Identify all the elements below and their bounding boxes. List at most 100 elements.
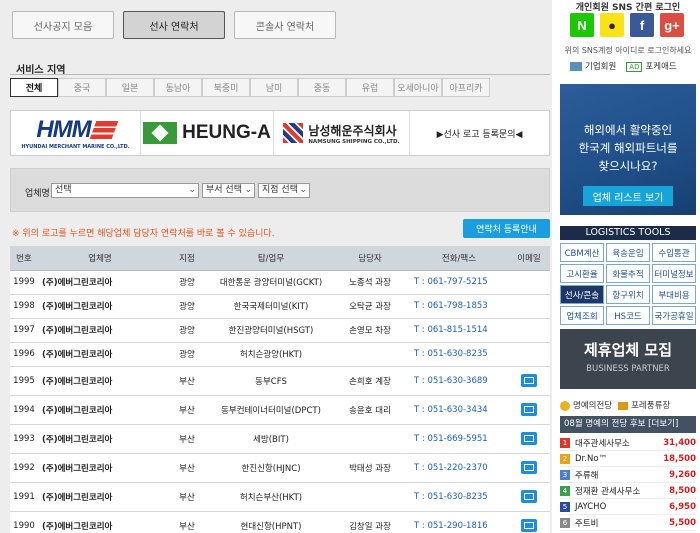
tool-land-freight[interactable]: 육송운임 [606, 243, 650, 262]
region-tab-china[interactable]: 중국 [58, 78, 106, 97]
ad-badge-icon: AD [626, 62, 643, 72]
partner-recruit-banner[interactable]: 제휴업체 모집 BUSINESS PARTNER [560, 329, 696, 389]
table-row[interactable]: 1996 (주)에버그린코리아 광양 허치슨광양(HKT) T : 051-630-82… [10, 342, 550, 367]
fame-rank-item[interactable]: 5 JAYCHO 6,950 [560, 500, 696, 515]
hall-of-fame-more-link[interactable]: 08월 명예의 전당 후보 [더보기] [560, 416, 696, 433]
region-tab-southeast-asia[interactable]: 동남아 [154, 78, 202, 97]
row-phone[interactable]: T : 051-630-8235 [410, 342, 508, 367]
row-phone[interactable]: T : 061-815-1514 [410, 318, 508, 343]
row-department: 허치슨부산(HKT) [212, 482, 330, 512]
tool-terminal-info[interactable]: 터미널정보 [652, 264, 696, 283]
fame-rank-item[interactable]: 3 주류해 9,260 [560, 468, 696, 483]
region-tab-oceania[interactable]: 오세아니아 [394, 78, 442, 97]
region-tab-middle-east[interactable]: 중동 [298, 78, 346, 97]
mail-icon[interactable] [521, 461, 537, 474]
tab-console-contacts[interactable]: 콘솔사 연락처 [234, 11, 336, 39]
logistics-tools-grid: CBM계산 육송운임 수입통관 고시환율 화물추적 터미널정보 선사/콘솔 항구… [560, 243, 696, 325]
mail-icon[interactable] [521, 403, 537, 416]
row-company: (주)에버그린코리아 [38, 318, 162, 343]
table-row[interactable]: 1995 (주)에버그린코리아 부산 동부CFS 손희호 계장 T : 051-630-3… [10, 366, 550, 396]
row-email[interactable] [508, 511, 550, 533]
row-phone[interactable]: T : 051-630-3689 [410, 366, 508, 396]
row-phone[interactable]: T : 051-630-3434 [410, 395, 508, 425]
company-member-link[interactable]: 기업회원 [570, 60, 616, 72]
port-ad-link[interactable]: AD 포케애드 [626, 60, 677, 72]
company-select[interactable]: 선택 ⌄ [51, 183, 199, 198]
rank-name: 대주관세사무소 [575, 439, 630, 449]
partner-title: 제휴업체 모집 [583, 341, 673, 359]
table-row[interactable]: 1991 (주)에버그린코리아 부산 허치슨부산(HKT) T : 051-630-82… [10, 482, 550, 512]
row-email[interactable] [508, 395, 550, 425]
region-tabs: 전체 중국 일본 동남아 북중미 남미 중동 유럽 오세아니아 아프리카 [10, 78, 490, 97]
google-login-icon[interactable]: g+ [660, 13, 684, 37]
row-department: 허치슨광양(HKT) [212, 342, 330, 367]
company-list-button[interactable]: 업체 리스트 보기 [583, 186, 673, 206]
hmm-logo[interactable]: HMM HYUNDAI MERCHANT MARINE CO.,LTD. [11, 111, 141, 155]
crown-icon [618, 401, 629, 410]
tab-notice[interactable]: 선사공지 모음 [12, 11, 114, 39]
tool-import-customs[interactable]: 수입통관 [652, 243, 696, 262]
row-department: 한진신항(HJNC) [212, 453, 330, 483]
table-row[interactable]: 1994 (주)에버그린코리아 부산 동부컨테이너터미널(DPCT) 송윤호 대리 T :… [10, 395, 550, 425]
logo-inquiry-link[interactable]: ▶선사 로고 등록문의◀ [410, 111, 549, 155]
mail-icon[interactable] [521, 432, 537, 445]
row-email[interactable] [508, 366, 550, 396]
tool-cargo-tracking[interactable]: 화물추적 [606, 264, 650, 283]
tool-exchange-rate[interactable]: 고시환율 [560, 264, 604, 283]
mail-icon[interactable] [521, 374, 537, 387]
row-email[interactable] [508, 424, 550, 454]
row-email[interactable] [508, 453, 550, 483]
partner-subtitle: BUSINESS PARTNER [586, 364, 670, 374]
overseas-partner-banner[interactable]: 해외에서 활약중인 한국계 해외파트너를 찾으시나요? 업체 리스트 보기 [560, 84, 696, 215]
tool-hs-code[interactable]: HS코드 [606, 306, 650, 325]
port-ad-label: 포케애드 [645, 62, 677, 72]
region-tab-all[interactable]: 전체 [10, 78, 58, 97]
facebook-login-icon[interactable]: f [630, 13, 654, 37]
branch-select-value: 지점 선택 [262, 185, 298, 195]
row-phone[interactable]: T : 061-797-5215 [410, 270, 508, 295]
fame-rank-item[interactable]: 4 정재환 관세사무소 8,500 [560, 484, 696, 499]
row-company: (주)에버그린코리아 [38, 511, 162, 533]
table-row[interactable]: 1992 (주)에버그린코리아 부산 한진신항(HJNC) 박태성 과장 T : 051-… [10, 453, 550, 483]
table-row[interactable]: 1998 (주)에버그린코리아 광양 한국국제터미널(KIT) 오탁균 과장 T : 06… [10, 294, 550, 319]
kakao-login-icon[interactable]: ● [600, 13, 624, 37]
row-phone[interactable]: T : 051-220-2370 [410, 453, 508, 483]
row-phone[interactable]: T : 061-798-1853 [410, 294, 508, 319]
mail-icon[interactable] [521, 519, 537, 532]
mail-icon[interactable] [521, 490, 537, 503]
fame-rank-item[interactable]: 1 대주관세사무소 31,400 [560, 436, 696, 451]
region-tab-africa[interactable]: 아프리카 [442, 78, 490, 97]
tool-holidays[interactable]: 국가공휴일 [652, 306, 696, 325]
contact-register-button[interactable]: 연락처 등록안내 [463, 219, 550, 238]
tool-company-search[interactable]: 업체조회 [560, 306, 604, 325]
region-tab-south-america[interactable]: 남미 [250, 78, 298, 97]
fame-rank-item[interactable]: 2 Dr.No™ 18,500 [560, 452, 696, 467]
department-select[interactable]: 부서 선택 ⌄ [202, 183, 255, 198]
region-tab-japan[interactable]: 일본 [106, 78, 154, 97]
tool-carrier-console[interactable]: 선사/콘솔 [560, 285, 604, 304]
row-email[interactable] [508, 482, 550, 512]
tab-carrier-contacts[interactable]: 선사 연락처 [123, 11, 225, 39]
naver-login-icon[interactable]: N [570, 13, 594, 37]
table-row[interactable]: 1999 (주)에버그린코리아 광양 대한통운 광양터미널(GCKT) 노종석 과장 T … [10, 270, 550, 295]
heunga-logo[interactable]: HEUNG-A [141, 111, 274, 155]
tool-cbm[interactable]: CBM계산 [560, 243, 604, 262]
row-branch: 부산 [162, 424, 212, 454]
row-phone[interactable]: T : 051-290-1816 [410, 511, 508, 533]
company-member-icon [570, 62, 582, 71]
table-row[interactable]: 1997 (주)에버그린코리아 광양 한진광양터미널(HSGT) 손영모 차장 T : 0… [10, 318, 550, 343]
namsung-logo[interactable]: 남성해운주식회사 NAMSUNG SHIPPING CO.,LTD. [274, 111, 410, 155]
fame-rank-item[interactable]: 6 주트비 5,500 [560, 516, 696, 531]
tool-extra-charges[interactable]: 부대비용 [652, 285, 696, 304]
tab-hall-of-fame[interactable]: 명예의전당 [560, 399, 612, 411]
branch-select[interactable]: 지점 선택 ⌄ [258, 183, 310, 198]
row-phone[interactable]: T : 051-669-5951 [410, 424, 508, 454]
row-branch: 부산 [162, 453, 212, 483]
table-row[interactable]: 1990 (주)에버그린코리아 부산 현대신항(HPNT) 김창일 과장 T : 051-… [10, 511, 550, 533]
tab-points[interactable]: 포레풍류장 [618, 399, 670, 411]
row-phone[interactable]: T : 051-630-8235 [410, 482, 508, 512]
tool-port-location[interactable]: 항구위치 [606, 285, 650, 304]
region-tab-europe[interactable]: 유럽 [346, 78, 394, 97]
region-tab-north-america[interactable]: 북중미 [202, 78, 250, 97]
table-row[interactable]: 1993 (주)에버그린코리아 부산 세방(BIT) T : 051-669-5951 [10, 424, 550, 454]
